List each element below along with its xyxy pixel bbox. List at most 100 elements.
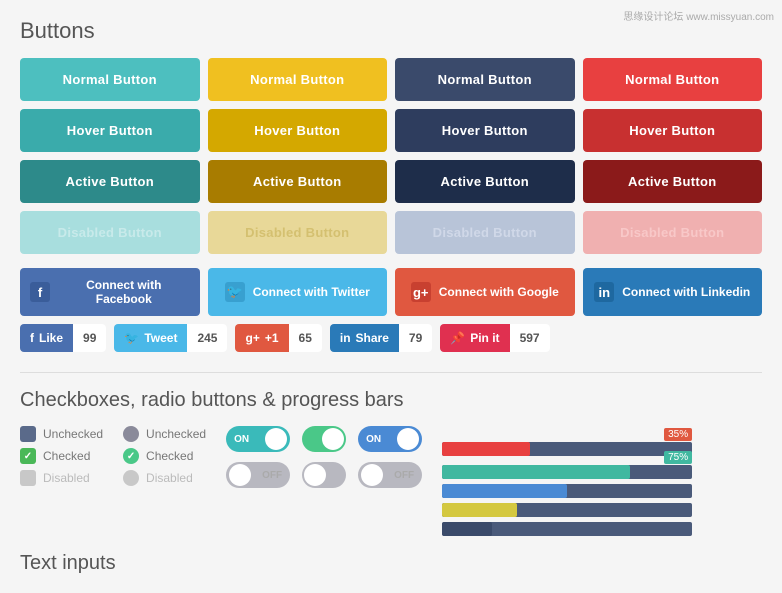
btn-green-active[interactable]: Active Button — [20, 160, 200, 203]
fb-icon: f — [30, 331, 34, 345]
share-li-main: in Share — [330, 324, 399, 352]
progress-track-2 — [442, 465, 692, 479]
share-facebook[interactable]: f Like 99 — [20, 324, 106, 352]
cb-disabled-label: Disabled — [43, 471, 90, 485]
cb-disabled-item: Disabled — [20, 470, 103, 486]
btn-red-hover[interactable]: Hover Button — [583, 109, 763, 152]
share-buttons-row: f Like 99 🐦 Tweet 245 g+ +1 65 in Share — [20, 324, 762, 352]
share-gp-main: g+ +1 — [235, 324, 288, 352]
share-pinterest[interactable]: 📌 Pin it 597 — [440, 324, 549, 352]
watermark: 思缘设计论坛 www.missyuan.com — [623, 8, 774, 23]
progress-track-1 — [442, 442, 692, 456]
section-divider — [20, 372, 762, 373]
facebook-icon: f — [30, 282, 50, 302]
share-fb-label: Like — [39, 331, 63, 345]
toggle-round-knob-on — [322, 428, 344, 450]
btn-yellow-disabled: Disabled Button — [208, 211, 388, 254]
btn-navy-active[interactable]: Active Button — [395, 160, 575, 203]
toggle-blue-knob-off — [361, 464, 383, 486]
rb-checked[interactable]: ✓ — [123, 448, 139, 464]
rb-unchecked-label: Unchecked — [146, 427, 206, 441]
btn-red-active[interactable]: Active Button — [583, 160, 763, 203]
social-buttons-row: f Connect with Facebook 🐦 Connect with T… — [20, 268, 762, 316]
inputs-section-title: Text inputs — [20, 552, 762, 575]
pin-icon: 📌 — [450, 331, 465, 345]
share-fb-count: 99 — [73, 324, 106, 352]
toggle-slider-on[interactable]: ON — [226, 426, 290, 452]
toggle-on-row: ON ON — [226, 426, 422, 452]
rb-checked-label: Checked — [146, 449, 193, 463]
toggle-knob-on — [265, 428, 287, 450]
progress-track-4 — [442, 503, 692, 517]
rb-unchecked[interactable] — [123, 426, 139, 442]
btn-navy-disabled: Disabled Button — [395, 211, 575, 254]
btn-connect-linkedin[interactable]: in Connect with Linkedin — [583, 268, 763, 316]
btn-red-normal[interactable]: Normal Button — [583, 58, 763, 101]
rb-disabled-item: Disabled — [123, 470, 206, 486]
round-radios: Unchecked ✓ Checked Disabled — [123, 426, 206, 486]
share-gp-label: +1 — [265, 331, 279, 345]
twitter-icon: 🐦 — [225, 282, 245, 302]
cb-unchecked[interactable] — [20, 426, 36, 442]
share-linkedin[interactable]: in Share 79 — [330, 324, 432, 352]
twitter-label: Connect with Twitter — [253, 285, 370, 299]
progress-fill-1 — [442, 442, 530, 456]
cb-unchecked-label: Unchecked — [43, 427, 103, 441]
toggles-group: ON ON OFF — [226, 426, 422, 488]
btn-connect-google[interactable]: g+ Connect with Google — [395, 268, 575, 316]
rb-unchecked-item[interactable]: Unchecked — [123, 426, 206, 442]
toggle-slider-off[interactable]: OFF — [226, 462, 290, 488]
square-checkboxes: Unchecked ✓ Checked Disabled — [20, 426, 103, 486]
progress-bar-4-container — [442, 503, 692, 517]
toggle-blue-off-text: OFF — [394, 470, 414, 481]
toggle-round-knob-off — [304, 464, 326, 486]
progress-fill-2 — [442, 465, 630, 479]
share-li-count: 79 — [399, 324, 432, 352]
btn-connect-facebook[interactable]: f Connect with Facebook — [20, 268, 200, 316]
gp-icon: g+ — [245, 331, 259, 345]
cb-checked-label: Checked — [43, 449, 90, 463]
btn-green-normal[interactable]: Normal Button — [20, 58, 200, 101]
checks-toggles-bars: Unchecked ✓ Checked Disabled Unchecked — [20, 426, 762, 536]
rb-checked-item[interactable]: ✓ Checked — [123, 448, 206, 464]
share-tw-count: 245 — [187, 324, 227, 352]
btn-yellow-hover[interactable]: Hover Button — [208, 109, 388, 152]
cb-checked[interactable]: ✓ — [20, 448, 36, 464]
toggle-off-row: OFF OFF — [226, 462, 422, 488]
toggle-round-on[interactable] — [302, 426, 346, 452]
share-pin-count: 597 — [510, 324, 550, 352]
share-google[interactable]: g+ +1 65 — [235, 324, 321, 352]
btn-green-hover[interactable]: Hover Button — [20, 109, 200, 152]
btn-green-disabled: Disabled Button — [20, 211, 200, 254]
progress-bar-5-container — [442, 522, 692, 536]
progress-bars: 35% 75% — [442, 426, 692, 536]
google-label: Connect with Google — [439, 285, 559, 299]
toggle-round-off[interactable] — [302, 462, 346, 488]
share-li-label: Share — [356, 331, 389, 345]
cb-checked-item[interactable]: ✓ Checked — [20, 448, 103, 464]
progress-bar-2-container: 75% — [442, 465, 692, 479]
progress-fill-3 — [442, 484, 567, 498]
cb-unchecked-item[interactable]: Unchecked — [20, 426, 103, 442]
toggle-blue-off[interactable]: OFF — [358, 462, 422, 488]
li-icon: in — [340, 331, 351, 345]
buttons-grid: Normal Button Normal Button Normal Butto… — [20, 58, 762, 254]
google-icon: g+ — [411, 282, 431, 302]
btn-navy-normal[interactable]: Normal Button — [395, 58, 575, 101]
btn-connect-twitter[interactable]: 🐦 Connect with Twitter — [208, 268, 388, 316]
rb-disabled-label: Disabled — [146, 471, 193, 485]
btn-navy-hover[interactable]: Hover Button — [395, 109, 575, 152]
checkmark-icon: ✓ — [24, 451, 32, 462]
toggle-blue-knob-on — [397, 428, 419, 450]
btn-red-disabled: Disabled Button — [583, 211, 763, 254]
btn-yellow-normal[interactable]: Normal Button — [208, 58, 388, 101]
btn-yellow-active[interactable]: Active Button — [208, 160, 388, 203]
checkboxes-section-title: Checkboxes, radio buttons & progress bar… — [20, 389, 762, 412]
share-twitter[interactable]: 🐦 Tweet 245 — [114, 324, 227, 352]
facebook-label: Connect with Facebook — [58, 278, 190, 306]
progress-track-5 — [442, 522, 692, 536]
toggle-knob-off — [229, 464, 251, 486]
progress-label-1: 35% — [664, 428, 692, 441]
page-container: 思缘设计论坛 www.missyuan.com Buttons Normal B… — [0, 0, 782, 593]
toggle-blue-on[interactable]: ON — [358, 426, 422, 452]
